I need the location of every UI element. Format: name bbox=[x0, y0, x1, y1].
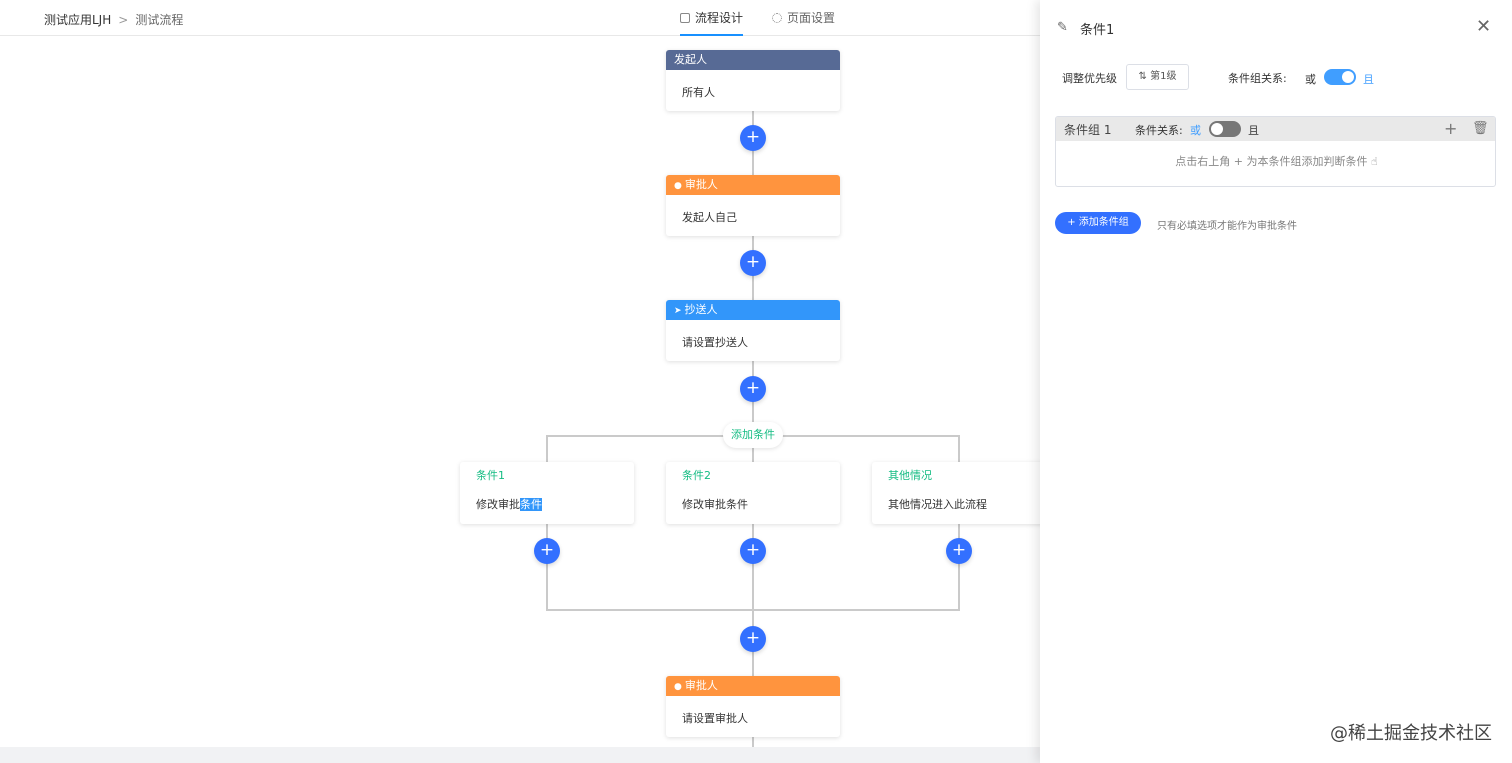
connector-line bbox=[546, 523, 548, 611]
selected-text: 条件 bbox=[520, 498, 542, 511]
user-icon: ● bbox=[674, 181, 682, 191]
close-icon[interactable]: ✕ bbox=[1476, 16, 1491, 37]
group-relation-toggle[interactable] bbox=[1324, 69, 1356, 85]
toggle-knob bbox=[1211, 123, 1223, 135]
condition-relation-and-label: 且 bbox=[1248, 124, 1259, 137]
condition-node-1[interactable]: 条件1 修改审批条件 bbox=[460, 462, 634, 524]
breadcrumb-separator: > bbox=[118, 13, 129, 27]
branch-bottom-line bbox=[546, 609, 960, 611]
priority-select[interactable]: ⇅ 第1级 bbox=[1126, 64, 1189, 90]
group-relation-and-label: 且 bbox=[1363, 73, 1374, 86]
horizontal-scrollbar[interactable] bbox=[0, 747, 1040, 763]
condition-group-hint: 点击右上角 + 为本条件组添加判断条件 ☝ bbox=[1175, 155, 1378, 168]
connector-line bbox=[546, 435, 548, 462]
tab-page-settings-label: 页面设置 bbox=[787, 11, 836, 25]
condition-node-title: 条件1 bbox=[476, 469, 505, 482]
toggle-knob bbox=[1342, 71, 1354, 83]
condition-node-content: 修改审批条件 bbox=[476, 496, 542, 512]
add-node-button[interactable]: + bbox=[946, 538, 972, 564]
condition-node-other[interactable]: 其他情况 其他情况进入此流程 bbox=[872, 462, 1046, 524]
flow-canvas bbox=[0, 37, 1040, 747]
condition-node-title: 其他情况 bbox=[888, 469, 932, 482]
cc-node-header: ➤ 抄送人 bbox=[666, 300, 840, 320]
approver-node-title: 审批人 bbox=[684, 178, 718, 191]
trash-icon[interactable]: 🗑 bbox=[1472, 121, 1489, 136]
user-icon: ● bbox=[674, 682, 682, 692]
condition-node-content-text: 修改审批 bbox=[476, 498, 520, 511]
add-condition-button[interactable]: 添加条件 bbox=[723, 422, 783, 448]
condition-node-content: 修改审批条件 bbox=[682, 498, 748, 511]
add-node-button[interactable]: + bbox=[740, 250, 766, 276]
condition-drawer: ✎ 条件1 ✕ 调整优先级 ⇅ 第1级 条件组关系: 或 且 条件组 1 条件关… bbox=[1040, 0, 1512, 763]
initiator-node-header: 发起人 bbox=[666, 50, 840, 70]
approver-node-content: 请设置审批人 bbox=[682, 712, 748, 725]
condition-node-title: 条件2 bbox=[682, 469, 711, 482]
connector-line bbox=[958, 523, 960, 611]
add-node-button[interactable]: + bbox=[534, 538, 560, 564]
tab-page-settings[interactable]: 页面设置 bbox=[772, 0, 835, 36]
condition-node-content: 其他情况进入此流程 bbox=[888, 498, 987, 511]
condition-relation-label: 条件关系: bbox=[1135, 124, 1183, 137]
condition-group: 条件组 1 条件关系: 或 且 + 🗑 点击右上角 + 为本条件组添加判断条件 … bbox=[1055, 116, 1496, 187]
edit-icon[interactable]: ✎ bbox=[1057, 20, 1068, 35]
priority-value: 第1级 bbox=[1150, 71, 1177, 82]
drawer-title[interactable]: 条件1 bbox=[1080, 19, 1114, 38]
add-condition-group-button[interactable]: + 添加条件组 bbox=[1055, 212, 1141, 234]
cc-node-title: 抄送人 bbox=[684, 303, 718, 316]
approver-node-title: 审批人 bbox=[684, 679, 718, 692]
add-node-button[interactable]: + bbox=[740, 376, 766, 402]
breadcrumb-app[interactable]: 测试应用LJH bbox=[44, 13, 111, 27]
condition-node-2[interactable]: 条件2 修改审批条件 bbox=[666, 462, 840, 524]
connector-line bbox=[958, 435, 960, 462]
initiator-node-title: 发起人 bbox=[674, 53, 707, 66]
condition-group-title: 条件组 1 bbox=[1064, 123, 1112, 137]
group-relation-label: 条件组关系: bbox=[1228, 72, 1287, 85]
approver-node-header: ● 审批人 bbox=[666, 175, 840, 195]
add-group-hint: 只有必填选项才能作为审批条件 bbox=[1157, 221, 1297, 232]
cc-node[interactable]: ➤ 抄送人 请设置抄送人 bbox=[666, 300, 840, 361]
initiator-node-content: 所有人 bbox=[682, 86, 715, 99]
approver-node[interactable]: ● 审批人 发起人自己 bbox=[666, 175, 840, 236]
initiator-node[interactable]: 发起人 所有人 bbox=[666, 50, 840, 111]
sort-icon: ⇅ bbox=[1138, 71, 1147, 82]
plus-icon: + bbox=[1067, 217, 1079, 228]
approver-node-header: ● 审批人 bbox=[666, 676, 840, 696]
priority-label: 调整优先级 bbox=[1062, 72, 1117, 85]
approver-node[interactable]: ● 审批人 请设置审批人 bbox=[666, 676, 840, 737]
gear-icon bbox=[772, 13, 782, 23]
add-condition-group-label: 添加条件组 bbox=[1078, 217, 1129, 228]
add-node-button[interactable]: + bbox=[740, 125, 766, 151]
send-icon: ➤ bbox=[674, 306, 682, 316]
add-node-button[interactable]: + bbox=[740, 626, 766, 652]
add-node-button[interactable]: + bbox=[740, 538, 766, 564]
tab-flow-design[interactable]: 流程设计 bbox=[680, 0, 744, 36]
condition-relation-toggle[interactable] bbox=[1209, 121, 1241, 137]
breadcrumb-flow: 测试流程 bbox=[135, 13, 184, 27]
flow-icon bbox=[680, 13, 690, 23]
cc-node-content: 请设置抄送人 bbox=[682, 336, 748, 349]
condition-relation-or-label: 或 bbox=[1190, 124, 1201, 137]
add-condition-icon[interactable]: + bbox=[1444, 119, 1457, 138]
watermark: @稀土掘金技术社区 bbox=[1330, 723, 1492, 744]
approver-node-content: 发起人自己 bbox=[682, 211, 737, 224]
breadcrumb: 测试应用LJH > 测试流程 bbox=[44, 11, 183, 28]
tab-flow-design-label: 流程设计 bbox=[695, 11, 744, 25]
condition-group-header: 条件组 1 条件关系: 或 且 + 🗑 bbox=[1056, 117, 1495, 141]
group-relation-or-label: 或 bbox=[1305, 73, 1316, 86]
